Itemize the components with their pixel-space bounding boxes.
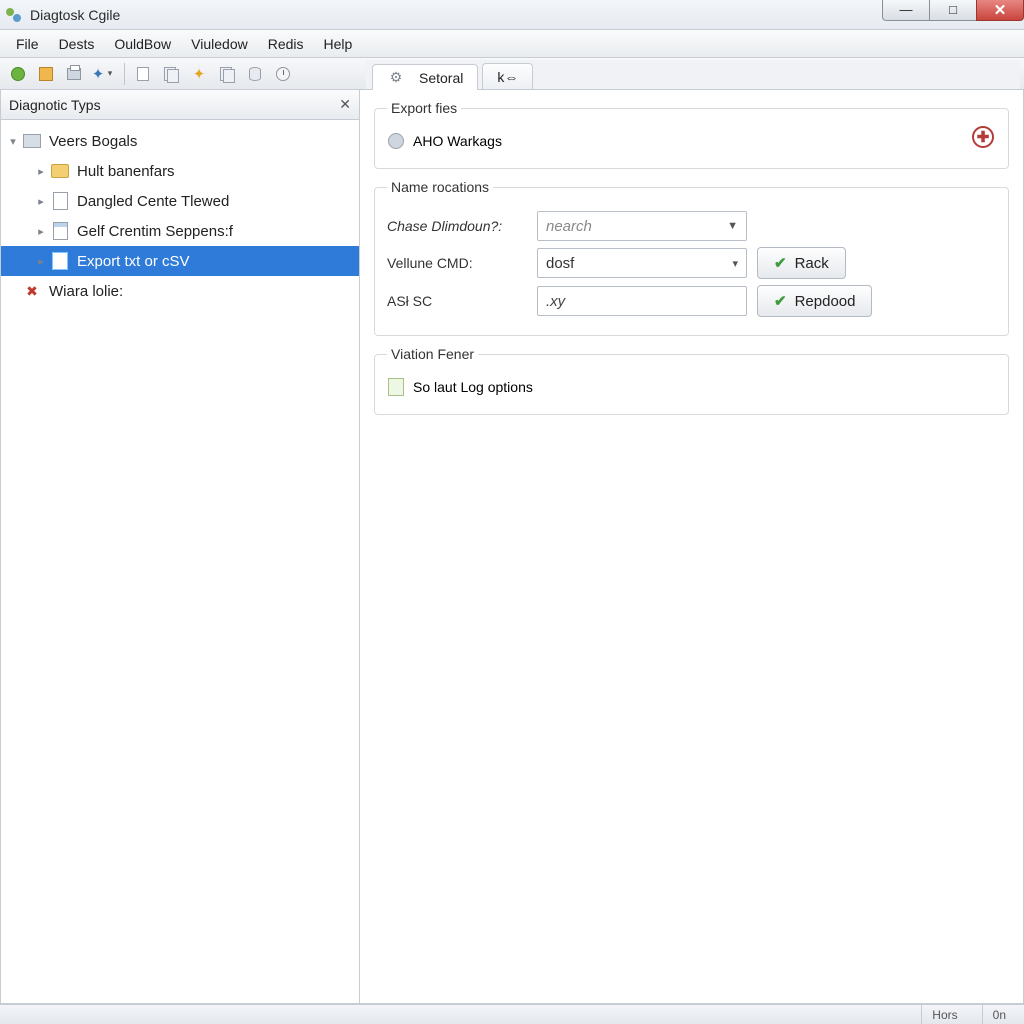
check-icon: ✔ (774, 254, 787, 272)
tab-strip: ⚙ Setoral k⇔ (366, 60, 1020, 90)
group-export-files: Export fies AHO Warkags ✚ (374, 100, 1009, 169)
menu-help[interactable]: Help (314, 33, 363, 55)
toolbar-globe-icon[interactable] (6, 62, 30, 86)
tab-setoral-icon: ⚙ (387, 69, 405, 87)
server-icon (23, 132, 41, 150)
title-bar: Diagtosk Cgile — □ ✕ (0, 0, 1024, 30)
close-button[interactable]: ✕ (976, 0, 1024, 21)
chevron-down-icon: ▾ (732, 257, 738, 270)
toolbar-page-icon[interactable] (131, 62, 155, 86)
tree-item-gelf[interactable]: ▸ Gelf Crentim Seppens:f (1, 216, 359, 246)
note-icon (387, 378, 405, 396)
window-title: Diagtosk Cgile (30, 7, 120, 23)
chase-combobox[interactable]: nearch ▼ (537, 211, 747, 241)
tab-secondary-label: k⇔ (497, 69, 518, 85)
viation-row-log[interactable]: So laut Log options (387, 378, 996, 396)
folder-icon (51, 162, 69, 180)
tab-setoral-label: Setoral (419, 70, 463, 86)
toolbar-print-icon[interactable] (62, 62, 86, 86)
menu-ouldbow[interactable]: OuldBow (104, 33, 181, 55)
group-viation-legend: Viation Fener (387, 346, 478, 362)
sidebar: Diagnotic Typs ✕ ▾ Veers Bogals ▸ Hult b… (0, 90, 360, 1004)
toolbar-pages-icon[interactable] (159, 62, 183, 86)
menu-file[interactable]: File (6, 33, 49, 55)
expander-icon[interactable]: ▾ (7, 135, 19, 148)
status-cell-2: 0n (982, 1005, 1016, 1024)
menu-viuledow[interactable]: Viuledow (181, 33, 258, 55)
expander-icon[interactable]: ▸ (35, 255, 47, 268)
export-row-label: AHO Warkags (413, 133, 502, 149)
sheet-icon (51, 222, 69, 240)
menu-bar: File Dests OuldBow Viuledow Redis Help (0, 30, 1024, 58)
tab-setoral[interactable]: ⚙ Setoral (372, 64, 478, 90)
window-controls: — □ ✕ (882, 0, 1024, 21)
maximize-button[interactable]: □ (929, 0, 977, 21)
tab-secondary[interactable]: k⇔ (482, 63, 533, 89)
toolbar-monitor-icon[interactable] (215, 62, 239, 86)
group-name-rocations: Name rocations Chase Dlimdoun?: nearch ▼… (374, 179, 1009, 336)
main-panel: Export fies AHO Warkags ✚ Name rocations… (360, 90, 1024, 1004)
tree-view: ▾ Veers Bogals ▸ Hult banenfars ▸ Dangle… (1, 120, 359, 312)
error-icon (23, 282, 41, 300)
repdood-button[interactable]: ✔ Repdood (757, 285, 872, 317)
group-name-legend: Name rocations (387, 179, 493, 195)
sidebar-close-icon[interactable]: ✕ (339, 96, 351, 113)
toolbar-wand-icon[interactable] (90, 62, 114, 86)
toolbar-db-icon[interactable] (243, 62, 267, 86)
disc-icon (387, 132, 405, 150)
group-export-legend: Export fies (387, 100, 461, 116)
status-bar: Hors 0n (0, 1004, 1024, 1024)
toolbar-clock-icon[interactable] (271, 62, 295, 86)
menu-redis[interactable]: Redis (258, 33, 314, 55)
repdood-button-label: Repdood (795, 293, 856, 310)
tree-item-label: Export txt or cSV (77, 253, 190, 270)
split-container: Diagnotic Typs ✕ ▾ Veers Bogals ▸ Hult b… (0, 90, 1024, 1004)
asp-label: ASł SC (387, 293, 537, 309)
chase-label: Chase Dlimdoun?: (387, 218, 537, 234)
expander-icon[interactable]: ▸ (35, 195, 47, 208)
sidebar-title: Diagnotic Typs (9, 97, 101, 113)
tree-item-hult[interactable]: ▸ Hult banenfars (1, 156, 359, 186)
chevron-down-icon: ▼ (727, 220, 738, 232)
tree-item-dangled[interactable]: ▸ Dangled Cente Tlewed (1, 186, 359, 216)
tree-item-wiara[interactable]: Wiara lolie: (1, 276, 359, 306)
tree-root-label: Veers Bogals (49, 133, 137, 150)
app-icon (6, 6, 24, 24)
status-cell-1: Hors (921, 1005, 967, 1024)
sidebar-title-bar: Diagnotic Typs ✕ (1, 90, 359, 120)
export-row-warkags[interactable]: AHO Warkags (387, 132, 996, 150)
menu-dests[interactable]: Dests (49, 33, 105, 55)
vellune-value: dosf (546, 255, 574, 272)
expander-icon[interactable]: ▸ (35, 225, 47, 238)
expander-icon[interactable]: ▸ (35, 165, 47, 178)
check-icon: ✔ (774, 292, 787, 310)
vellune-combobox[interactable]: dosf ▾ (537, 248, 747, 278)
chase-value: nearch (546, 218, 592, 235)
group-viation-fener: Viation Fener So laut Log options (374, 346, 1009, 415)
vellune-label: Vellune CMD: (387, 255, 537, 271)
export-icon (51, 252, 69, 270)
toolbar-separator (124, 63, 125, 85)
toolbar-save-icon[interactable] (34, 62, 58, 86)
tree-item-label: Gelf Crentim Seppens:f (77, 223, 233, 240)
tree-root[interactable]: ▾ Veers Bogals (1, 126, 359, 156)
tree-item-label: Wiara lolie: (49, 283, 123, 300)
tree-item-export[interactable]: ▸ Export txt or cSV (1, 246, 359, 276)
tree-item-label: Hult banenfars (77, 163, 175, 180)
asp-input[interactable] (537, 286, 747, 316)
toolbar-bolt-icon[interactable]: ✦ (187, 62, 211, 86)
document-icon (51, 192, 69, 210)
viation-row-label: So laut Log options (413, 379, 533, 395)
minimize-button[interactable]: — (882, 0, 930, 21)
add-export-icon[interactable]: ✚ (972, 126, 994, 148)
rack-button[interactable]: ✔ Rack (757, 247, 846, 279)
tree-item-label: Dangled Cente Tlewed (77, 193, 229, 210)
rack-button-label: Rack (795, 255, 829, 272)
